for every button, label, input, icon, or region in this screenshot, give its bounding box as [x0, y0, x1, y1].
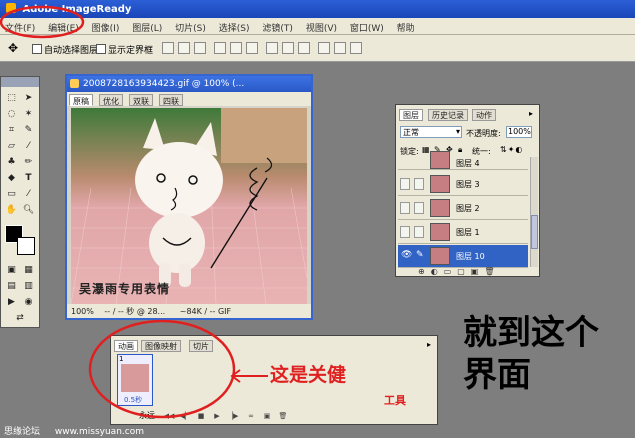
title-highlight-circle [0, 5, 85, 39]
arrow-sub-note: 工具 [384, 394, 406, 407]
forum-name: 思缘论坛 [4, 427, 41, 437]
animation-highlight-circle [88, 319, 236, 419]
forum-url: www.missyuan.com [54, 427, 144, 437]
footer-watermark: 思缘论坛 www.missyuan.com [0, 420, 635, 438]
arrow-line [230, 369, 268, 383]
arrow-note: 这是关健 [270, 364, 347, 386]
right-note: 就到这个界面 [463, 313, 599, 395]
